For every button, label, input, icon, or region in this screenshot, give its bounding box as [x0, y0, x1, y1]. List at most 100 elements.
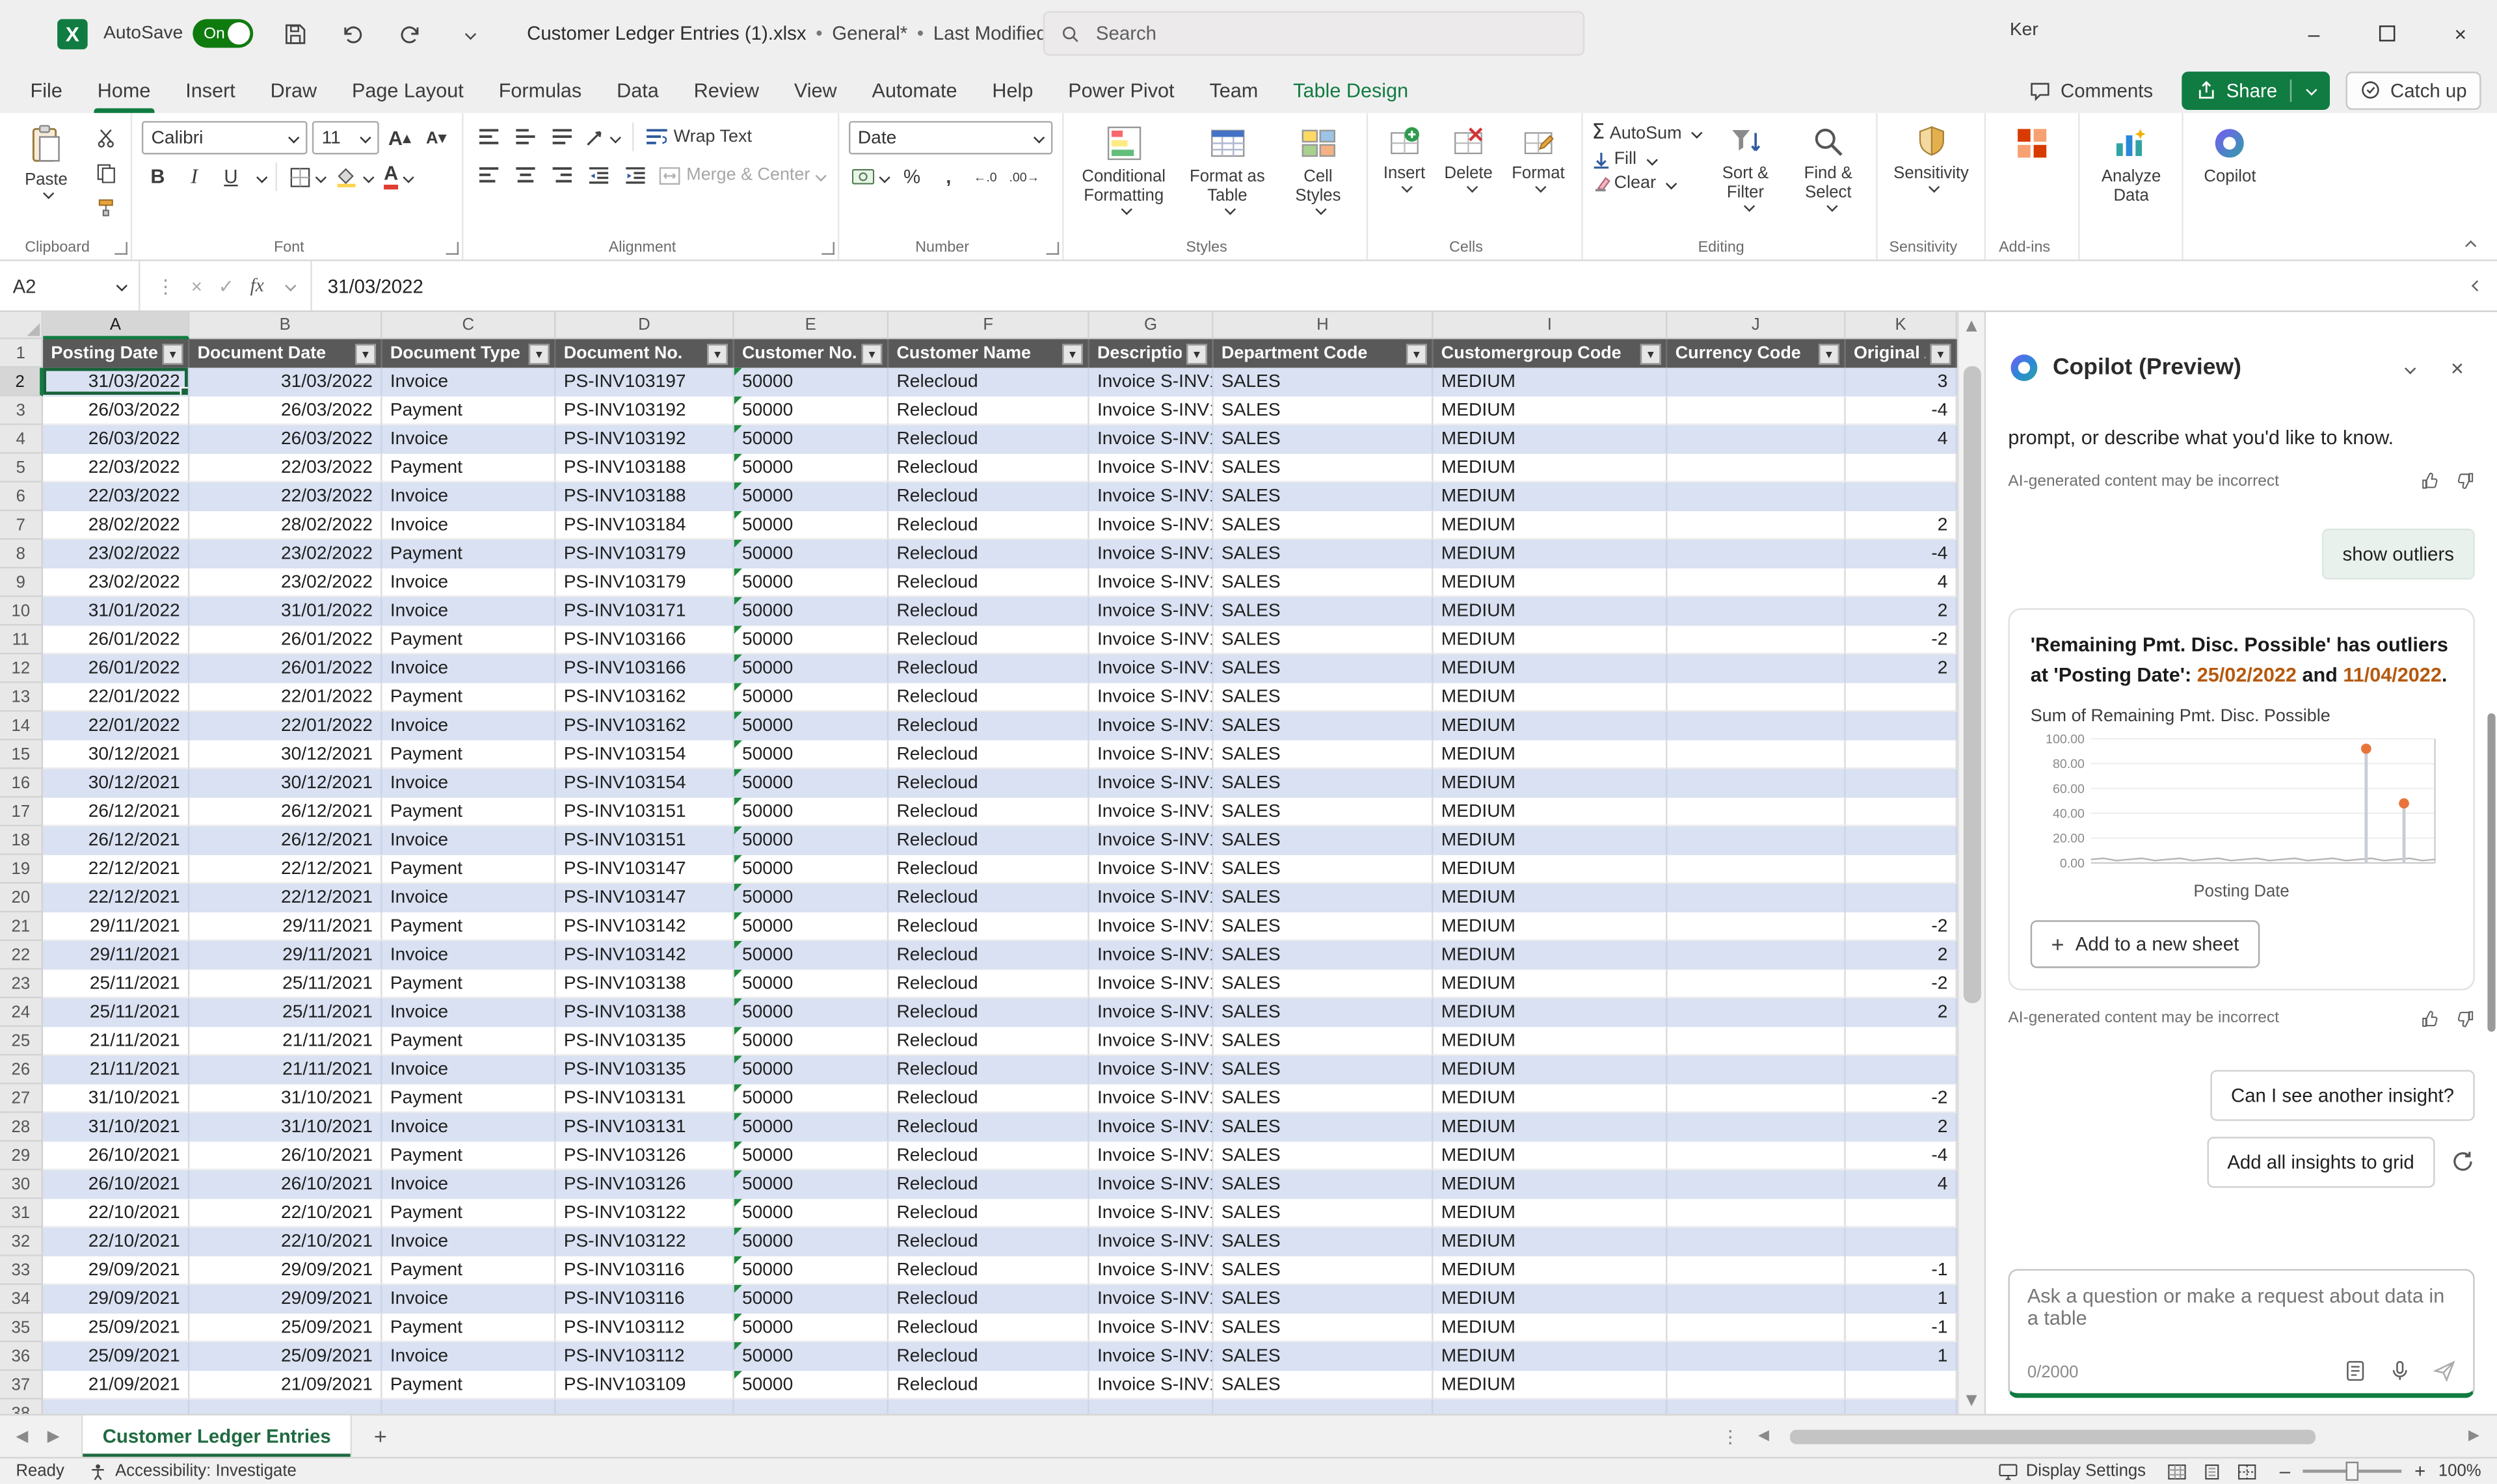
cell-H16[interactable]: SALES — [1214, 769, 1434, 798]
horizontal-scrollbar[interactable]: ◀ ▶ — [1758, 1427, 2487, 1445]
table-header-posting-date[interactable]: Posting Date▾ — [43, 339, 189, 368]
zoom-slider-thumb[interactable] — [2346, 1462, 2359, 1481]
increase-decimal-button[interactable]: ←.0 — [969, 161, 1001, 192]
cell-A15[interactable]: 30/12/2021 — [43, 741, 189, 769]
cell-D20[interactable]: PS-INV103147 — [555, 884, 734, 912]
row-header-11[interactable]: 11 — [0, 626, 43, 654]
cell-J8[interactable] — [1667, 540, 1845, 568]
cell-F17[interactable]: Relecloud — [888, 798, 1089, 827]
column-header-H[interactable]: H — [1214, 312, 1434, 339]
align-center-button[interactable] — [509, 159, 541, 191]
scroll-right-arrow[interactable]: ▶ — [2468, 1428, 2487, 1444]
cell-G6[interactable]: Invoice S-INV10 — [1089, 483, 1214, 511]
ribbon-tab-data[interactable]: Data — [599, 67, 676, 113]
select-all-corner[interactable] — [0, 312, 43, 339]
cell-H30[interactable]: SALES — [1214, 1171, 1434, 1199]
cell-J4[interactable] — [1667, 425, 1845, 454]
row-header-5[interactable]: 5 — [0, 454, 43, 483]
table-header-document-no[interactable]: Document No.▾ — [555, 339, 734, 368]
cell-K4[interactable]: 4 — [1846, 425, 1957, 454]
cell-F13[interactable]: Relecloud — [888, 683, 1089, 711]
cell-J16[interactable] — [1667, 769, 1845, 798]
row-header-9[interactable]: 9 — [0, 568, 43, 597]
cell-D3[interactable]: PS-INV103192 — [555, 397, 734, 425]
cell-E2[interactable]: 50000 — [734, 368, 888, 397]
cell-F38[interactable] — [888, 1399, 1089, 1414]
cell-E24[interactable]: 50000 — [734, 998, 888, 1027]
cell-E12[interactable]: 50000 — [734, 654, 888, 683]
customize-toolbar-button[interactable] — [451, 16, 486, 51]
cell-B33[interactable]: 29/09/2021 — [189, 1256, 382, 1285]
cell-I26[interactable]: MEDIUM — [1434, 1055, 1668, 1084]
user-message-chip[interactable]: show outliers — [2322, 529, 2475, 579]
cell-J24[interactable] — [1667, 998, 1845, 1027]
cell-D31[interactable]: PS-INV103122 — [555, 1199, 734, 1228]
cell-B26[interactable]: 21/11/2021 — [189, 1055, 382, 1084]
cell-D9[interactable]: PS-INV103179 — [555, 568, 734, 597]
cell-J28[interactable] — [1667, 1113, 1845, 1141]
cell-E38[interactable] — [734, 1399, 888, 1414]
column-header-F[interactable]: F — [888, 312, 1089, 339]
cell-I16[interactable]: MEDIUM — [1434, 769, 1668, 798]
cell-A6[interactable]: 22/03/2022 — [43, 483, 189, 511]
cell-G37[interactable]: Invoice S-INV10 — [1089, 1371, 1214, 1399]
cell-J31[interactable] — [1667, 1199, 1845, 1228]
cell-I13[interactable]: MEDIUM — [1434, 683, 1668, 711]
cell-J34[interactable] — [1667, 1285, 1845, 1314]
cell-K15[interactable] — [1846, 741, 1957, 769]
cell-B6[interactable]: 22/03/2022 — [189, 483, 382, 511]
cell-I11[interactable]: MEDIUM — [1434, 626, 1668, 654]
cell-D19[interactable]: PS-INV103147 — [555, 855, 734, 884]
insert-cells-button[interactable]: Insert — [1377, 121, 1432, 194]
cell-I37[interactable]: MEDIUM — [1434, 1371, 1668, 1399]
cell-I31[interactable]: MEDIUM — [1434, 1199, 1668, 1228]
cell-H23[interactable]: SALES — [1214, 970, 1434, 998]
zoom-in-button[interactable]: + — [2414, 1460, 2425, 1482]
cell-A20[interactable]: 22/12/2021 — [43, 884, 189, 912]
cell-D15[interactable]: PS-INV103154 — [555, 741, 734, 769]
cell-A4[interactable]: 26/03/2022 — [43, 425, 189, 454]
cell-F32[interactable]: Relecloud — [888, 1228, 1089, 1256]
cell-H9[interactable]: SALES — [1214, 568, 1434, 597]
cell-I28[interactable]: MEDIUM — [1434, 1113, 1668, 1141]
fill-button[interactable]: Fill — [1592, 150, 1701, 168]
refresh-icon[interactable] — [2451, 1150, 2475, 1174]
cell-F24[interactable]: Relecloud — [888, 998, 1089, 1027]
cell-D10[interactable]: PS-INV103171 — [555, 597, 734, 626]
cell-D18[interactable]: PS-INV103151 — [555, 827, 734, 855]
cell-C6[interactable]: Invoice — [382, 483, 556, 511]
bold-button[interactable]: B — [142, 161, 174, 192]
cell-E36[interactable]: 50000 — [734, 1342, 888, 1371]
thumbs-down-icon[interactable] — [2455, 471, 2474, 490]
cell-J6[interactable] — [1667, 483, 1845, 511]
cell-K5[interactable] — [1846, 454, 1957, 483]
cell-B7[interactable]: 28/02/2022 — [189, 511, 382, 540]
cell-E8[interactable]: 50000 — [734, 540, 888, 568]
cell-J12[interactable] — [1667, 654, 1845, 683]
page-layout-view-icon[interactable] — [2203, 1463, 2222, 1480]
row-header-26[interactable]: 26 — [0, 1055, 43, 1084]
cell-E20[interactable]: 50000 — [734, 884, 888, 912]
column-header-A[interactable]: A — [43, 312, 189, 339]
cell-I10[interactable]: MEDIUM — [1434, 597, 1668, 626]
cell-E28[interactable]: 50000 — [734, 1113, 888, 1141]
cell-K6[interactable] — [1846, 483, 1957, 511]
cell-J27[interactable] — [1667, 1084, 1845, 1113]
cell-C36[interactable]: Invoice — [382, 1342, 556, 1371]
filter-button[interactable]: ▾ — [1819, 343, 1839, 364]
cell-H19[interactable]: SALES — [1214, 855, 1434, 884]
cell-G15[interactable]: Invoice S-INV10 — [1089, 741, 1214, 769]
cell-B2[interactable]: 31/03/2022 — [189, 368, 382, 397]
table-header-customer-name[interactable]: Customer Name▾ — [888, 339, 1089, 368]
thumbs-down-icon[interactable] — [2455, 1009, 2474, 1027]
row-header-25[interactable]: 25 — [0, 1027, 43, 1055]
decrease-font-button[interactable]: A▼ — [420, 122, 452, 153]
cell-G4[interactable]: Invoice S-INV10 — [1089, 425, 1214, 454]
cell-I6[interactable]: MEDIUM — [1434, 483, 1668, 511]
cell-C9[interactable]: Invoice — [382, 568, 556, 597]
cell-G24[interactable]: Invoice S-INV10 — [1089, 998, 1214, 1027]
close-panel-button[interactable]: × — [2440, 351, 2475, 386]
cell-A19[interactable]: 22/12/2021 — [43, 855, 189, 884]
font-size-combo[interactable]: 11 — [312, 121, 379, 154]
cell-G31[interactable]: Invoice S-INV10 — [1089, 1199, 1214, 1228]
